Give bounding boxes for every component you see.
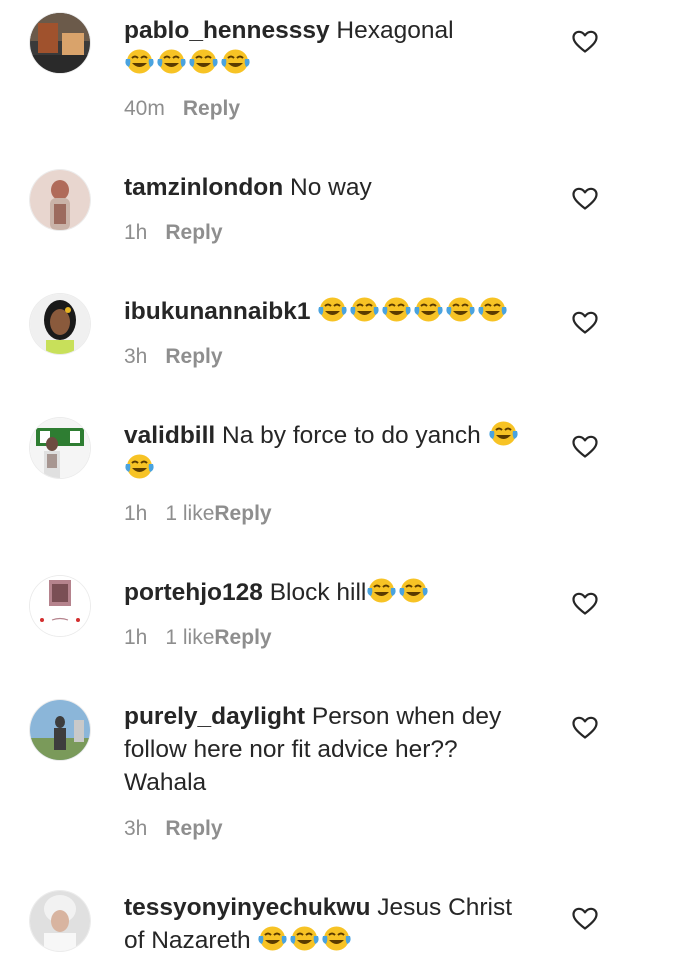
comment-text: portehjo128 Block hill <box>124 576 544 609</box>
avatar[interactable] <box>30 418 90 478</box>
face-with-tears-of-joy-icon <box>445 296 476 323</box>
avatar-photo-icon <box>30 170 90 230</box>
heart-outline-icon <box>572 187 598 210</box>
face-with-tears-of-joy-icon <box>381 296 412 323</box>
face-with-tears-of-joy-icon <box>124 48 155 75</box>
comment-time: 3h <box>124 817 148 840</box>
face-with-tears-of-joy-icon <box>321 925 352 952</box>
avatar[interactable] <box>30 13 90 73</box>
face-with-tears-of-joy-icon <box>289 925 320 952</box>
comment-body: Na by force to do yanch <box>222 422 481 449</box>
comment-text: tessyonyinyechukwu Jesus Christ of Nazar… <box>124 891 534 957</box>
avatar-photo-icon <box>30 13 90 73</box>
face-with-tears-of-joy-icon <box>488 420 519 447</box>
like-button[interactable] <box>572 716 598 740</box>
comment-meta: 1h Reply <box>124 221 223 245</box>
comment-likes[interactable]: 1 like <box>165 502 214 525</box>
avatar[interactable] <box>30 294 90 354</box>
face-with-tears-of-joy-icon <box>413 296 444 323</box>
like-button[interactable] <box>572 30 598 54</box>
comment-username[interactable]: pablo_hennesssy <box>124 17 330 44</box>
comment-text: ibukunannaibk1 <box>124 295 544 328</box>
face-with-tears-of-joy-icon <box>366 577 397 604</box>
heart-outline-icon <box>572 435 598 458</box>
heart-outline-icon <box>572 592 598 615</box>
comment-username[interactable]: ibukunannaibk1 <box>124 298 311 325</box>
comment-username[interactable]: validbill <box>124 422 215 449</box>
comment-username[interactable]: tamzinlondon <box>124 174 283 201</box>
comment-time: 40m <box>124 97 165 120</box>
comment-text: validbill Na by force to do yanch <box>124 419 544 485</box>
like-button[interactable] <box>572 187 598 211</box>
comment-time: 1h <box>124 626 148 649</box>
avatar-photo-icon <box>30 294 90 354</box>
comment-username[interactable]: tessyonyinyechukwu <box>124 894 370 921</box>
heart-outline-icon <box>572 311 598 334</box>
avatar-photo-icon <box>30 700 90 760</box>
like-button[interactable] <box>572 907 598 931</box>
face-with-tears-of-joy-icon <box>398 577 429 604</box>
face-with-tears-of-joy-icon <box>220 48 251 75</box>
heart-outline-icon <box>572 907 598 930</box>
avatar[interactable] <box>30 891 90 951</box>
comment-meta: 40m Reply <box>124 97 240 121</box>
emoji-group <box>317 296 509 325</box>
comment-username[interactable]: portehjo128 <box>124 579 263 606</box>
emoji-group <box>257 925 353 954</box>
avatar-photo-icon <box>30 576 90 636</box>
face-with-tears-of-joy-icon <box>156 48 187 75</box>
face-with-tears-of-joy-icon <box>188 48 219 75</box>
face-with-tears-of-joy-icon <box>477 296 508 323</box>
comment-body: No way <box>290 174 372 201</box>
avatar-photo-icon <box>30 418 90 478</box>
reply-button[interactable]: Reply <box>165 345 222 368</box>
reply-button[interactable]: Reply <box>214 626 271 649</box>
like-button[interactable] <box>572 435 598 459</box>
comment-meta: 3h Reply <box>124 345 223 369</box>
like-button[interactable] <box>572 592 598 616</box>
comment-meta: 3h Reply <box>124 817 223 841</box>
reply-button[interactable]: Reply <box>165 817 222 840</box>
face-with-tears-of-joy-icon <box>124 453 155 480</box>
emoji-group <box>124 48 252 77</box>
comment-body: Block hill <box>269 579 367 606</box>
reply-button[interactable]: Reply <box>214 502 271 525</box>
comment-meta: 1h 1 likeReply <box>124 626 272 650</box>
reply-button[interactable]: Reply <box>165 221 222 244</box>
comment-text: pablo_hennesssy Hexagonal <box>124 14 544 80</box>
emoji-group <box>366 577 430 606</box>
face-with-tears-of-joy-icon <box>349 296 380 323</box>
avatar[interactable] <box>30 700 90 760</box>
comment-time: 3h <box>124 345 148 368</box>
comment-likes[interactable]: 1 like <box>165 626 214 649</box>
comment-text: tamzinlondon No way <box>124 171 544 204</box>
avatar[interactable] <box>30 170 90 230</box>
avatar[interactable] <box>30 576 90 636</box>
heart-outline-icon <box>572 30 598 53</box>
comment-username[interactable]: purely_daylight <box>124 703 305 730</box>
like-button[interactable] <box>572 311 598 335</box>
face-with-tears-of-joy-icon <box>317 296 348 323</box>
face-with-tears-of-joy-icon <box>257 925 288 952</box>
comment-time: 1h <box>124 221 148 244</box>
comment-body: Hexagonal <box>336 17 454 44</box>
avatar-photo-icon <box>30 891 90 951</box>
comment-text: purely_daylight Person when dey follow h… <box>124 700 524 799</box>
heart-outline-icon <box>572 716 598 739</box>
comment-time: 1h <box>124 502 148 525</box>
comment-meta: 1h 1 likeReply <box>124 502 272 526</box>
reply-button[interactable]: Reply <box>183 97 240 120</box>
